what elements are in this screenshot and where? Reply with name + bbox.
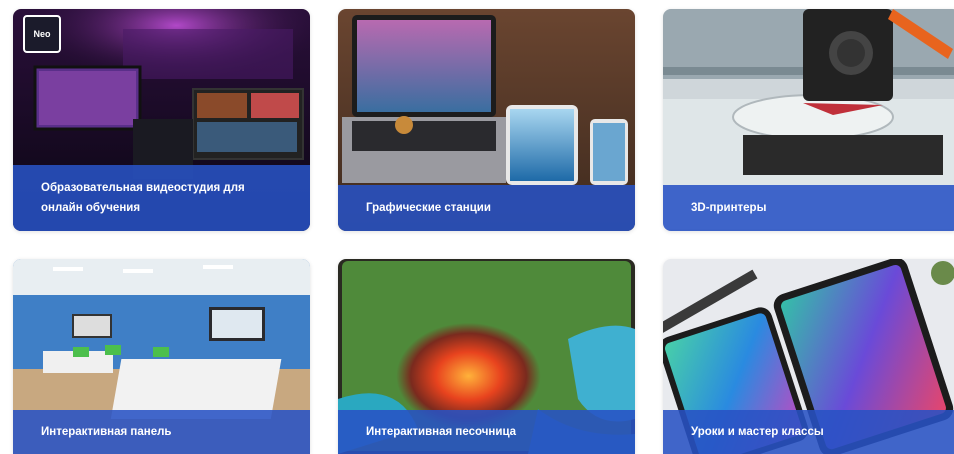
card-3d-printers-title: 3D-принтеры bbox=[663, 185, 954, 231]
card-interactive-sandbox-title: Интерактивная песочница bbox=[338, 410, 635, 454]
card-video-studio[interactable]: Neo Образовательная видеостудия для онла… bbox=[13, 9, 310, 231]
card-interactive-panel[interactable]: Интерактивная панель bbox=[13, 259, 310, 454]
card-graphic-stations[interactable]: Графические станции bbox=[338, 9, 635, 231]
card-interactive-sandbox[interactable]: Интерактивная песочница bbox=[338, 259, 635, 454]
card-3d-printers[interactable]: 3D-принтеры bbox=[663, 9, 954, 231]
feature-cards-grid: Neo Образовательная видеостудия для онла… bbox=[0, 0, 954, 454]
card-interactive-panel-title: Интерактивная панель bbox=[13, 410, 310, 454]
neo-logo: Neo bbox=[23, 15, 61, 53]
card-graphic-stations-title: Графические станции bbox=[338, 185, 635, 231]
card-lessons-master-classes-title: Уроки и мастер классы bbox=[663, 410, 954, 454]
card-video-studio-title: Образовательная видеостудия для онлайн о… bbox=[13, 165, 310, 231]
card-lessons-master-classes[interactable]: Уроки и мастер классы bbox=[663, 259, 954, 454]
